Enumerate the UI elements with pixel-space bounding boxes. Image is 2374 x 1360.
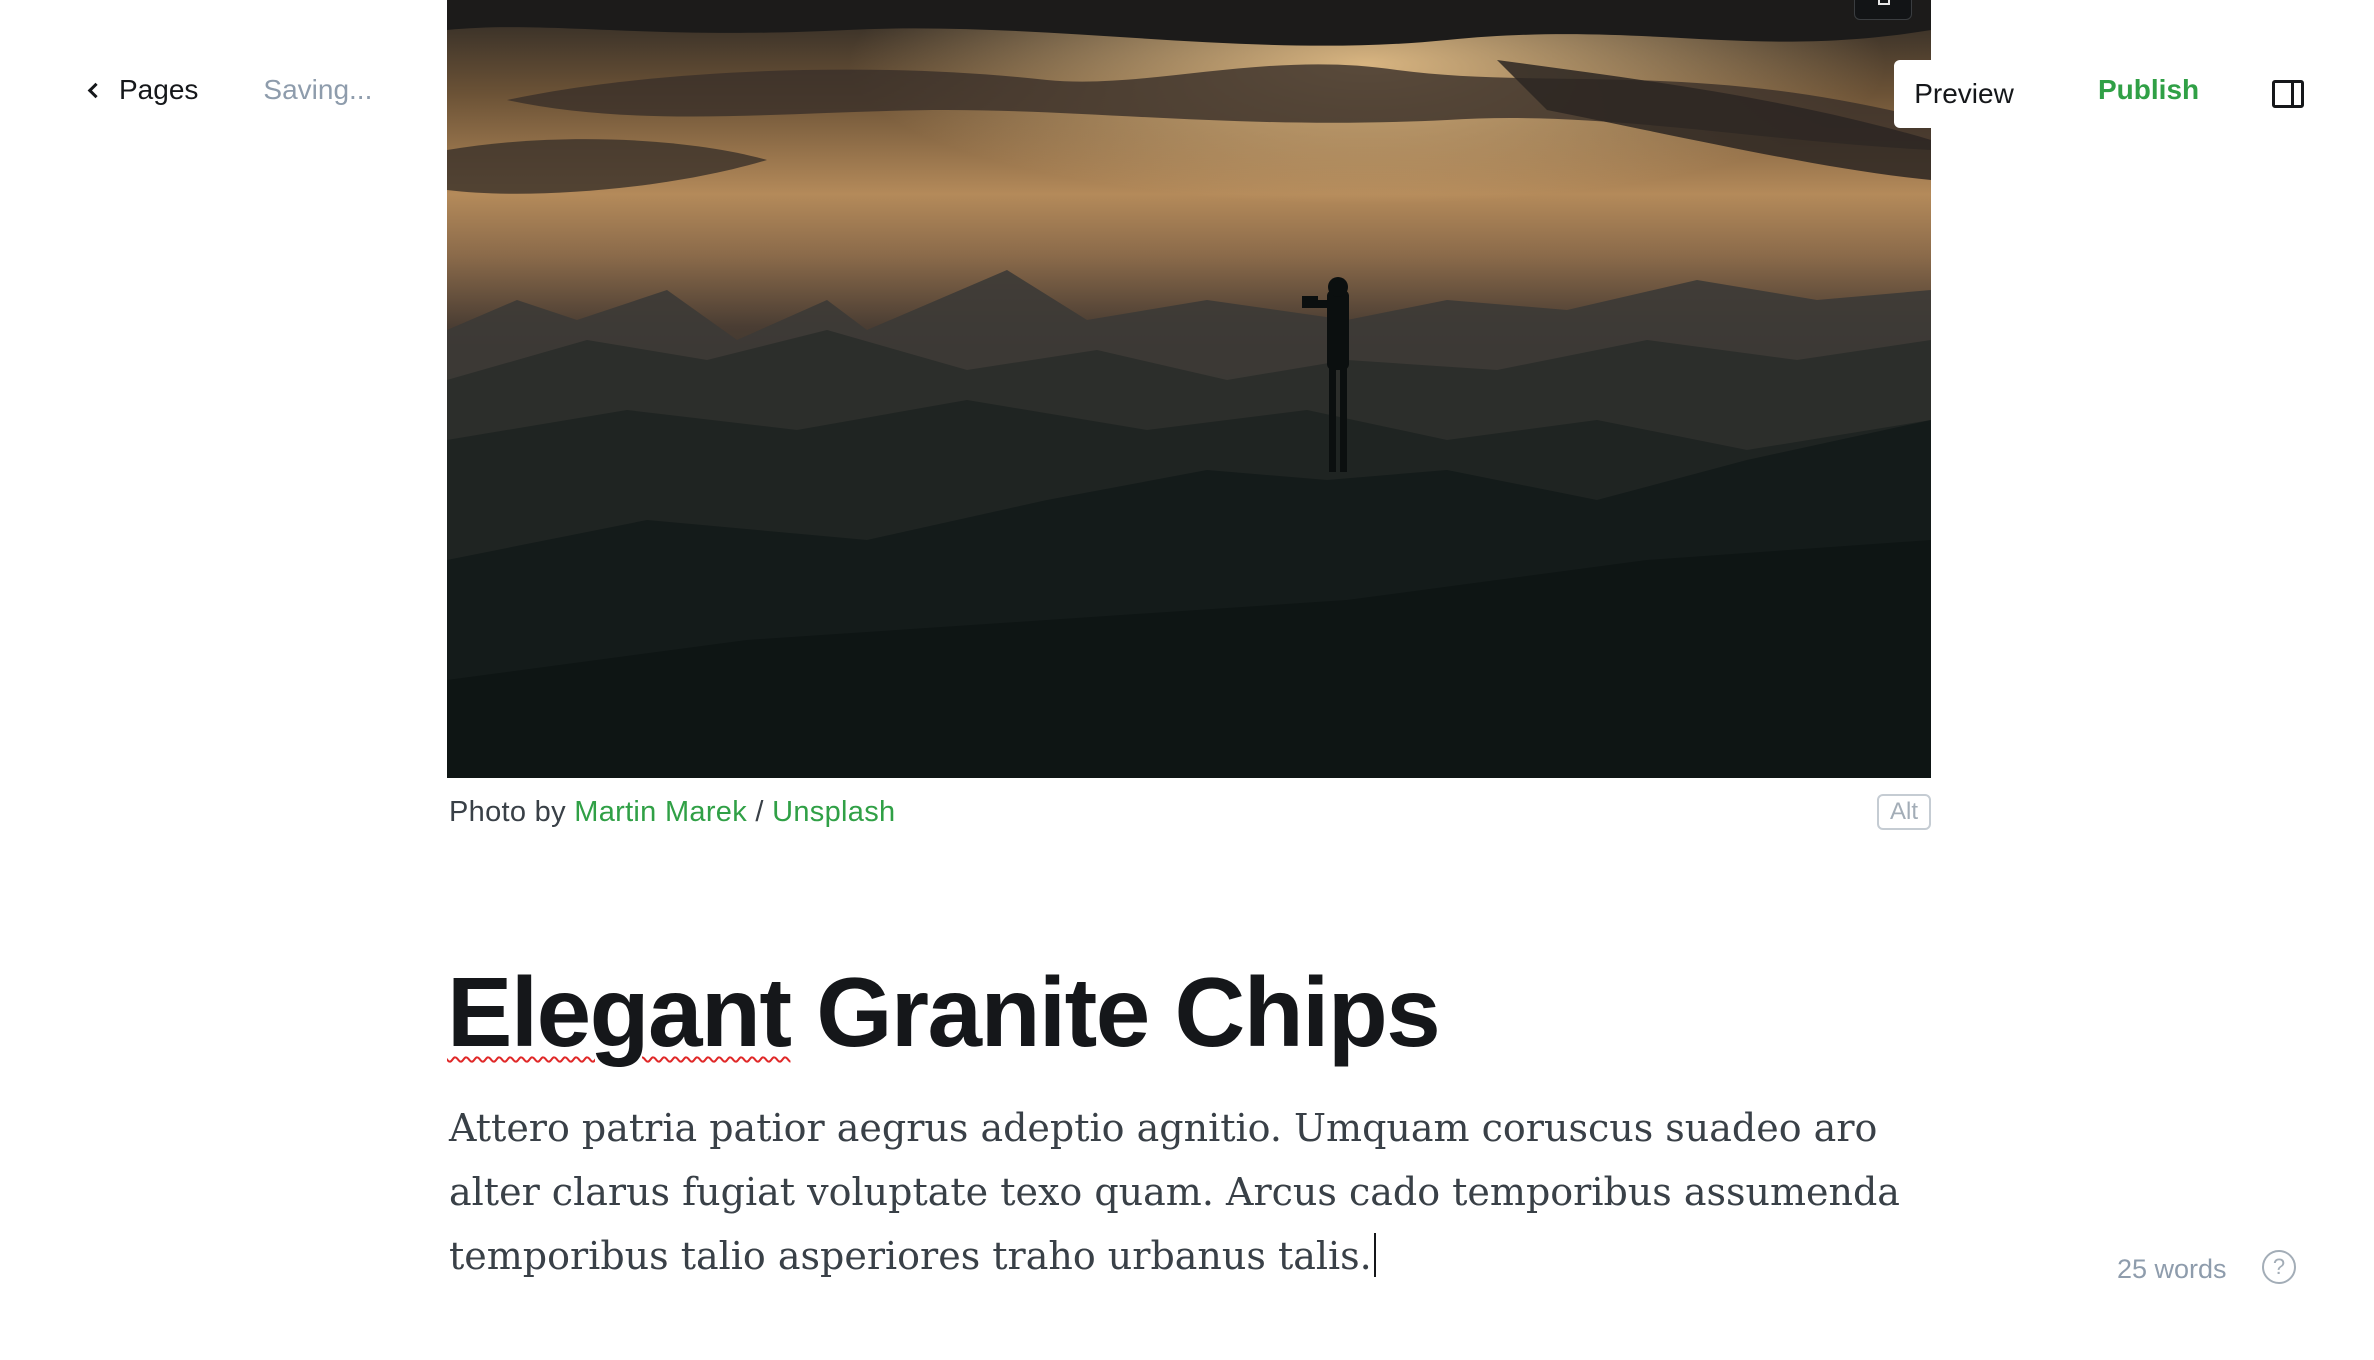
word-count: 25 words: [2117, 1254, 2227, 1284]
title-misspelled-word: Elegant: [447, 957, 792, 1067]
post-title[interactable]: Elegant Granite Chips: [447, 952, 1441, 1072]
caption-separator: /: [747, 796, 773, 828]
alt-text-button[interactable]: Alt: [1877, 794, 1931, 830]
publish-button[interactable]: Publish: [2098, 74, 2199, 106]
help-icon[interactable]: ?: [2262, 1250, 2296, 1284]
source-link[interactable]: Unsplash: [772, 796, 895, 828]
text-cursor: [1373, 1233, 1376, 1277]
post-body-editor[interactable]: Attero patria patior aegrus adeptio agni…: [449, 1096, 1929, 1288]
post-body-text: Attero patria patior aegrus adeptio agni…: [449, 1106, 1900, 1278]
save-status: Saving...: [263, 74, 373, 105]
editor-page: Pages Saving... Preview Publish Photo by…: [0, 0, 2374, 1360]
title-rest: Granite Chips: [790, 957, 1441, 1067]
caption-prefix: Photo by: [449, 796, 575, 828]
editor-nav: Pages Saving...: [86, 74, 372, 106]
chevron-left-icon: [87, 82, 104, 98]
image-delete-button[interactable]: [1854, 0, 1912, 20]
landscape-photo: [447, 0, 1931, 778]
trash-icon: [1878, 0, 1890, 5]
back-label: Pages: [119, 74, 199, 105]
feature-image[interactable]: [447, 0, 1931, 778]
preview-button[interactable]: Preview: [1894, 60, 2034, 128]
back-to-pages-link[interactable]: Pages: [86, 74, 198, 106]
author-link[interactable]: Martin Marek: [574, 796, 747, 828]
sidebar-toggle-icon[interactable]: [2272, 80, 2304, 108]
image-caption[interactable]: Photo by Martin Marek / Unsplash: [449, 796, 895, 829]
